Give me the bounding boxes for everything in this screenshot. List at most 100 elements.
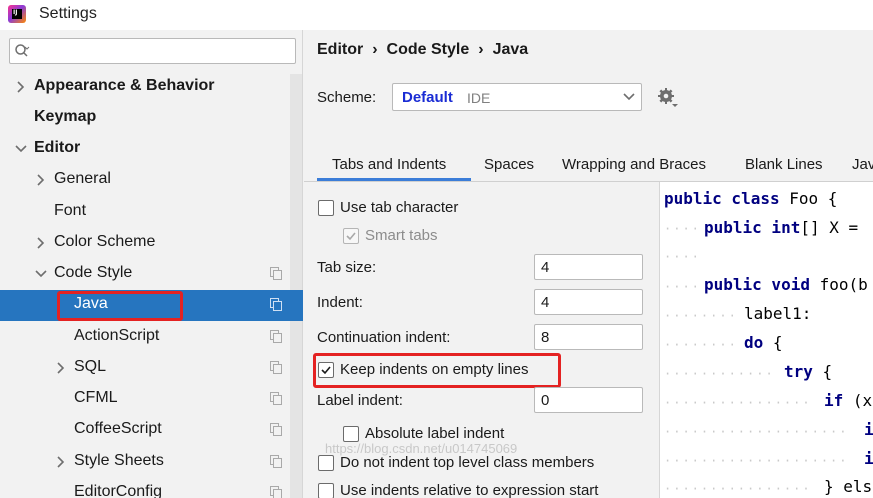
whitespace-dots: ···· <box>664 222 701 236</box>
breadcrumb-editor[interactable]: Editor <box>317 41 363 58</box>
sidebar-item-sql[interactable]: SQL <box>0 353 290 384</box>
whitespace-dots: ···· <box>664 250 701 264</box>
scheme-name: Default <box>402 89 453 106</box>
indent-field[interactable] <box>534 289 643 315</box>
sidebar-item-label: EditorConfig <box>74 483 163 498</box>
whitespace-dots: ········ <box>664 309 738 323</box>
sidebar-item-keymap[interactable]: Keymap <box>0 103 290 134</box>
chevron-down-icon <box>15 145 27 153</box>
smart-tabs-label: Smart tabs <box>365 227 438 244</box>
breadcrumb: Editor › Code Style › Java <box>317 41 528 59</box>
tab-tabs-and-indents[interactable]: Tabs and Indents <box>332 156 446 173</box>
chevron-right-icon <box>57 362 65 374</box>
label-indent-label: Label indent: <box>317 392 403 409</box>
copy-icon <box>270 330 282 343</box>
code-line: public int[] X = <box>704 218 859 237</box>
tab-size-label: Tab size: <box>317 259 377 276</box>
sidebar-item-label: CoffeeScript <box>74 420 162 437</box>
code-line: try { <box>784 362 833 381</box>
tab-size-input[interactable] <box>541 259 636 276</box>
active-tab-indicator <box>317 178 471 181</box>
sidebar-item-label: General <box>54 170 111 187</box>
copy-icon <box>270 423 282 436</box>
checkmark-icon <box>321 366 331 375</box>
tab-java[interactable]: Jav <box>852 156 873 173</box>
sidebar-item-code-style[interactable]: Code Style <box>0 259 290 290</box>
indent-input[interactable] <box>541 294 636 311</box>
use-tab-character-label: Use tab character <box>340 199 459 216</box>
sidebar-item-cfml[interactable]: CFML <box>0 384 290 415</box>
checkmark-icon <box>346 232 356 241</box>
whitespace-dots: ···················· <box>664 454 849 468</box>
tab-size-field[interactable] <box>534 254 643 280</box>
sidebar-item-editor[interactable]: Editor <box>0 134 290 165</box>
scheme-label: Scheme: <box>317 89 377 106</box>
tab-spaces[interactable]: Spaces <box>484 156 534 173</box>
indents-relative-checkbox[interactable] <box>318 483 334 498</box>
chevron-right-icon <box>37 237 45 249</box>
smart-tabs-checkbox[interactable] <box>343 228 359 244</box>
window-title: Settings <box>39 5 97 22</box>
sidebar-item-label: Editor <box>34 139 81 156</box>
sidebar-item-font[interactable]: Font <box>0 197 290 228</box>
label-indent-field[interactable] <box>534 387 643 413</box>
copy-icon <box>270 392 282 405</box>
watermark: https://blog.csdn.net/u014745069 <box>325 441 518 456</box>
chevron-right-icon <box>57 456 65 468</box>
copy-icon <box>270 267 282 280</box>
sidebar-item-label: Java <box>74 295 108 312</box>
no-indent-top-level-checkbox[interactable] <box>318 455 334 471</box>
continuation-indent-field[interactable] <box>534 324 643 350</box>
search-box[interactable] <box>9 38 296 64</box>
sidebar-item-actionscript[interactable]: ActionScript <box>0 322 290 353</box>
code-line: i <box>864 420 873 439</box>
whitespace-dots: ············ <box>664 367 775 381</box>
code-preview: public class Foo { ···· public int[] X =… <box>659 182 873 498</box>
keep-indents-empty-checkbox[interactable] <box>318 362 334 378</box>
search-input[interactable] <box>36 42 286 60</box>
chevron-right-icon <box>17 81 25 93</box>
tab-blank-lines[interactable]: Blank Lines <box>745 156 823 173</box>
absolute-label-indent-label: Absolute label indent <box>365 425 505 442</box>
copy-icon <box>270 455 282 468</box>
title-bar: IJ Settings <box>0 0 873 30</box>
sidebar-item-color-scheme[interactable]: Color Scheme <box>0 228 290 259</box>
breadcrumb-separator: › <box>372 41 378 58</box>
whitespace-dots: ········ <box>664 338 738 352</box>
main-panel: Editor › Code Style › Java Scheme: Default I… <box>304 30 873 498</box>
scheme-dropdown[interactable]: Default IDE <box>392 83 642 111</box>
code-line: do { <box>744 333 783 352</box>
sidebar-item-label: Color Scheme <box>54 233 156 250</box>
tree-scrollbar[interactable] <box>290 74 302 498</box>
code-line: i <box>864 449 873 468</box>
code-line: public class Foo { <box>664 189 838 208</box>
sidebar-item-appearance-behavior[interactable]: Appearance & Behavior <box>0 72 290 103</box>
use-tab-character-checkbox[interactable] <box>318 200 334 216</box>
no-indent-top-level-label: Do not indent top level class members <box>340 454 595 471</box>
tab-wrapping-and-braces[interactable]: Wrapping and Braces <box>562 156 706 173</box>
sidebar-item-coffeescript[interactable]: CoffeeScript <box>0 415 290 446</box>
label-indent-input[interactable] <box>541 392 636 409</box>
absolute-label-indent-checkbox[interactable] <box>343 426 359 442</box>
sidebar-item-editorconfig[interactable]: EditorConfig <box>0 478 290 498</box>
breadcrumb-java: Java <box>492 41 529 58</box>
copy-icon <box>270 361 282 374</box>
copy-icon <box>270 298 282 311</box>
chevron-right-icon <box>37 174 45 186</box>
sidebar-item-label: ActionScript <box>74 327 160 344</box>
continuation-indent-input[interactable] <box>541 329 636 346</box>
sidebar-item-general[interactable]: General <box>0 165 290 196</box>
code-line: } els <box>824 477 873 496</box>
continuation-indent-label: Continuation indent: <box>317 329 451 346</box>
sidebar-item-label: Code Style <box>54 264 133 281</box>
sidebar-item-java[interactable]: Java <box>0 290 303 321</box>
sidebar-item-label: SQL <box>74 358 107 375</box>
copy-icon <box>270 486 282 498</box>
whitespace-dots: ················ <box>664 482 812 496</box>
sidebar-item-label: Keymap <box>34 108 97 125</box>
sidebar-item-label: Style Sheets <box>74 452 164 469</box>
gear-icon[interactable] <box>657 87 679 109</box>
indents-relative-label: Use indents relative to expression start <box>340 482 599 498</box>
sidebar-item-style-sheets[interactable]: Style Sheets <box>0 447 290 478</box>
breadcrumb-code-style[interactable]: Code Style <box>387 41 470 58</box>
